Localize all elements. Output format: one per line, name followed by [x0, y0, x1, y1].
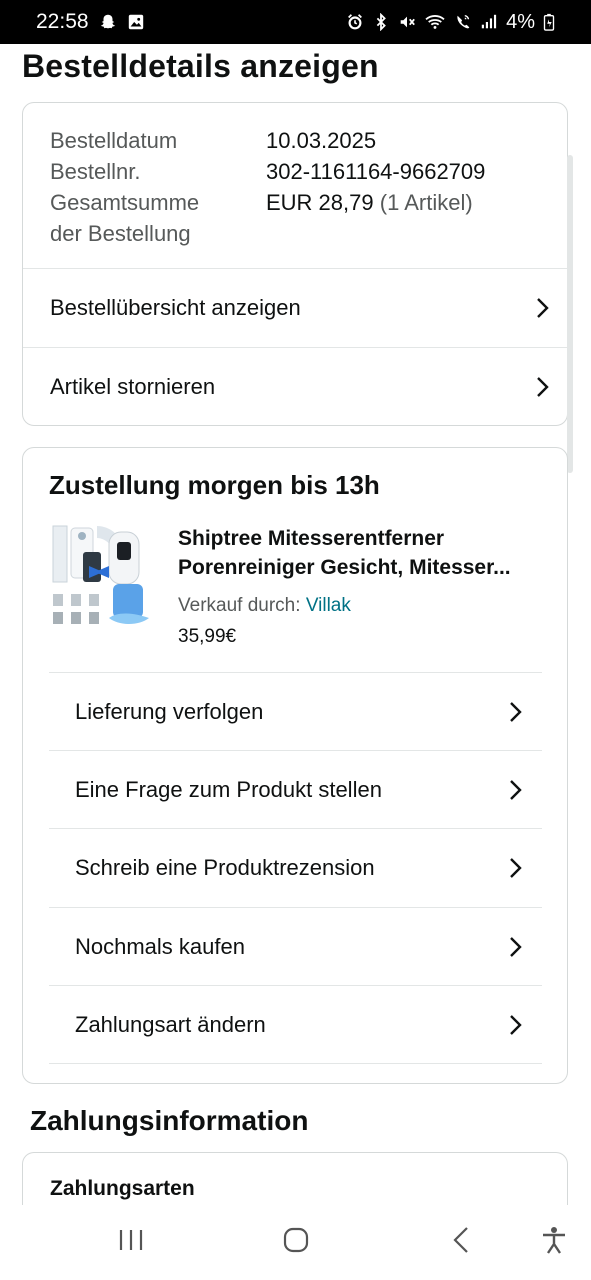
- scrollbar[interactable]: [567, 155, 573, 473]
- product-price: 35,99€: [178, 626, 237, 647]
- wifi-icon: [425, 15, 445, 29]
- status-time: 22:58: [36, 10, 89, 33]
- summary-label: Gesamtsumme der Bestellung: [50, 187, 266, 249]
- status-bar: 22:58 4%: [0, 0, 591, 44]
- row-label: Schreib eine Produktrezension: [75, 854, 375, 880]
- summary-label: Bestelldatum: [50, 128, 178, 153]
- seller-link[interactable]: Villak: [306, 595, 351, 616]
- delivery-estimate: Zustellung morgen bis 13h: [49, 470, 380, 500]
- summary-row-order-number: Bestellnr. 302-1161164-9662709: [50, 156, 550, 187]
- row-label: Artikel stornieren: [50, 373, 216, 399]
- summary-row-total: Gesamtsumme der Bestellung EUR 28,79 (1 …: [50, 187, 550, 249]
- summary-label-line: der Bestellung: [50, 221, 191, 246]
- product-image[interactable]: [49, 522, 157, 632]
- battery-percent: 4%: [506, 10, 535, 33]
- summary-row-date: Bestelldatum 10.03.2025: [50, 125, 550, 156]
- chevron-right-icon: [510, 779, 522, 800]
- seller-info: Verkauf durch: Villak: [178, 595, 351, 617]
- signal-icon: [481, 14, 497, 29]
- view-order-summary-link[interactable]: Bestellübersicht anzeigen: [23, 269, 567, 347]
- chevron-right-icon: [510, 1014, 522, 1035]
- payment-section-title: Zahlungsinformation: [30, 1105, 309, 1136]
- snapchat-icon: [100, 14, 115, 29]
- chevron-right-icon: [537, 298, 549, 318]
- product-title[interactable]: Shiptree Mitesserentferner Porenreiniger…: [178, 524, 550, 582]
- row-label: Zahlungsart ändern: [75, 1011, 266, 1037]
- divider: [49, 1063, 542, 1064]
- home-icon[interactable]: [281, 1225, 311, 1255]
- write-review-link[interactable]: Schreib eine Produktrezension: [49, 829, 542, 906]
- summary-value: 10.03.2025: [266, 128, 377, 153]
- summary-label: Bestellnr.: [50, 159, 141, 184]
- order-summary-table: Bestelldatum 10.03.2025 Bestellnr. 302-1…: [50, 125, 550, 249]
- recent-apps-icon[interactable]: [116, 1225, 146, 1255]
- item-count: (1 Artikel): [379, 190, 473, 215]
- system-nav-bar: [0, 1205, 591, 1280]
- wifi-call-icon: [457, 14, 470, 29]
- track-delivery-link[interactable]: Lieferung verfolgen: [49, 673, 542, 750]
- ask-product-question-link[interactable]: Eine Frage zum Produkt stellen: [49, 751, 542, 828]
- chevron-right-icon: [510, 701, 522, 722]
- product-title-line: Porenreiniger Gesicht, Mitesser...: [178, 556, 511, 579]
- product-title-line: Shiptree Mitesserentferner: [178, 527, 445, 550]
- accessibility-icon[interactable]: [539, 1225, 569, 1255]
- page-title: Bestelldetails anzeigen: [22, 48, 379, 84]
- image-icon: [128, 14, 143, 30]
- change-payment-method-link[interactable]: Zahlungsart ändern: [49, 986, 542, 1063]
- row-label: Nochmals kaufen: [75, 933, 245, 959]
- mute-icon: [400, 16, 415, 28]
- shipment-card: Zustellung morgen bis 13h Shiptree Mites…: [22, 447, 568, 1084]
- battery-icon: [543, 13, 555, 31]
- bluetooth-icon: [376, 13, 386, 31]
- cancel-items-link[interactable]: Artikel stornieren: [23, 348, 567, 425]
- chevron-right-icon: [510, 936, 522, 957]
- summary-value: EUR 28,79 (1 Artikel): [266, 187, 473, 249]
- chevron-right-icon: [537, 376, 549, 397]
- summary-value: 302-1161164-9662709: [266, 159, 486, 184]
- order-total: EUR 28,79: [266, 190, 374, 215]
- row-label: Eine Frage zum Produkt stellen: [75, 776, 382, 802]
- row-label: Lieferung verfolgen: [75, 698, 264, 724]
- alarm-icon: [348, 14, 363, 30]
- order-summary-card: Bestelldatum 10.03.2025 Bestellnr. 302-1…: [22, 102, 573, 473]
- row-label: Bestellübersicht anzeigen: [50, 295, 301, 320]
- seller-label: Verkauf durch:: [178, 595, 301, 616]
- back-icon[interactable]: [447, 1225, 477, 1255]
- buy-again-link[interactable]: Nochmals kaufen: [49, 908, 542, 985]
- summary-label-line: Gesamtsumme: [50, 190, 200, 215]
- chevron-right-icon: [510, 857, 522, 878]
- payment-methods-label: Zahlungsarten: [50, 1177, 195, 1200]
